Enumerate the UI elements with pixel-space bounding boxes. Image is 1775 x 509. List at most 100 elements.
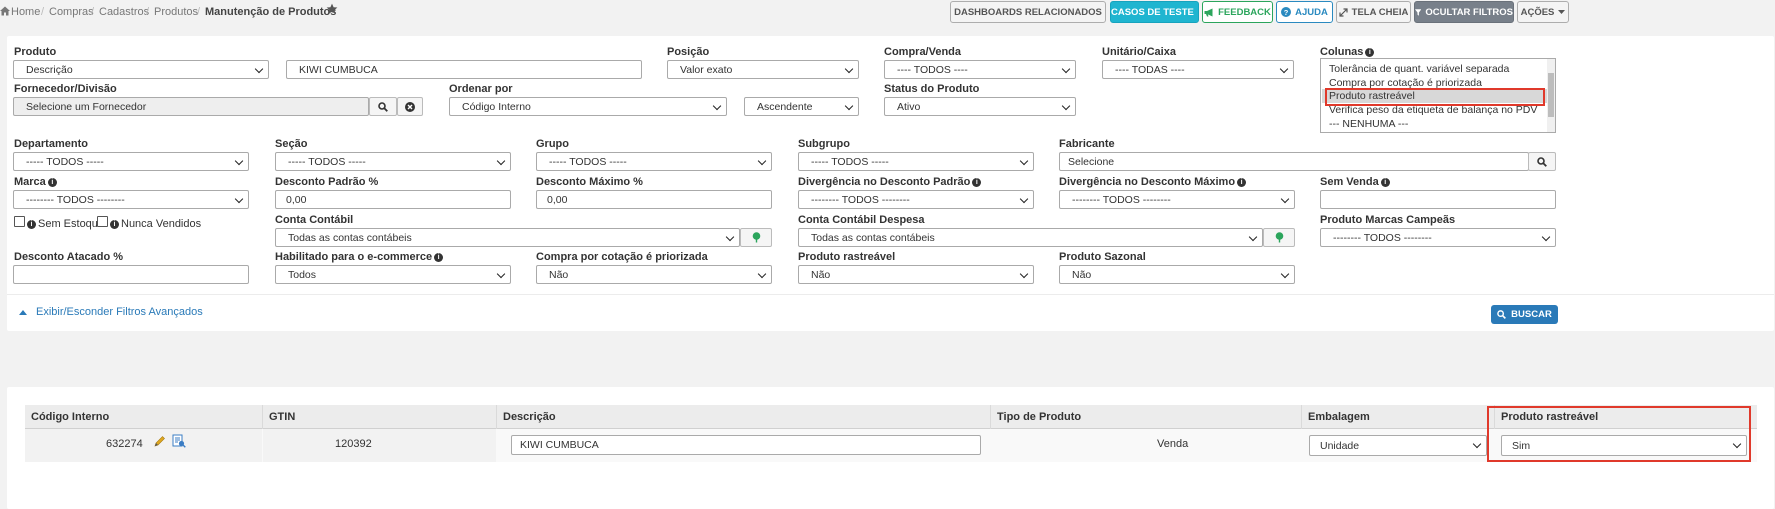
rastreavel-select[interactable]: Não xyxy=(798,265,1034,284)
posicao-select[interactable]: Valor exato xyxy=(667,60,859,79)
casos-de-teste-button[interactable]: CASOS DE TESTE xyxy=(1110,1,1199,23)
colunas-option[interactable]: --- NENHUMA --- xyxy=(1329,118,1408,130)
desconto-maximo-input[interactable]: 0,00 xyxy=(536,190,772,209)
sem-venda-input[interactable] xyxy=(1320,190,1556,209)
highlight-box xyxy=(1325,88,1545,106)
marca-select[interactable]: -------- TODOS -------- xyxy=(13,190,249,209)
colunas-label: Colunas i xyxy=(1320,46,1375,58)
listbox-scrollbar[interactable] xyxy=(1547,59,1555,132)
conta-despesa-tree-button[interactable] xyxy=(1263,228,1295,247)
feedback-label: FEEDBACK xyxy=(1218,6,1271,18)
ecommerce-select[interactable]: Todos xyxy=(275,265,511,284)
div-maximo-select[interactable]: -------- TODOS -------- xyxy=(1059,190,1295,209)
advanced-filters-toggle[interactable]: Exibir/Esconder Filtros Avançados xyxy=(19,306,203,318)
caret-down-icon xyxy=(1558,10,1566,14)
acoes-button[interactable]: AÇÕES xyxy=(1517,1,1569,23)
grupo-select[interactable]: ----- TODOS ----- xyxy=(536,152,772,171)
fornecedor-input[interactable]: Selecione um Fornecedor xyxy=(13,97,369,116)
info-icon: i xyxy=(110,220,119,229)
svg-text:?: ? xyxy=(1284,8,1289,17)
fabricante-search-button[interactable] xyxy=(1528,152,1556,171)
buscar-button[interactable]: BUSCAR xyxy=(1491,305,1558,324)
ecommerce-label: Habilitado para o e-commerce i xyxy=(275,251,444,263)
tela-cheia-button[interactable]: TELA CHEIA xyxy=(1336,1,1411,23)
unitario-caixa-label: Unitário/Caixa xyxy=(1102,46,1176,58)
cell-codigo: 632274 xyxy=(106,438,143,450)
cell-embalagem-select[interactable]: Unidade xyxy=(1309,435,1487,456)
unitario-caixa-select[interactable]: ---- TODAS ---- xyxy=(1102,60,1294,79)
tree-icon xyxy=(752,232,760,243)
marca-label: Marca i xyxy=(14,176,57,188)
scrollbar-thumb[interactable] xyxy=(1548,73,1554,117)
fabricante-input[interactable]: Selecione xyxy=(1059,152,1529,171)
compra-venda-label: Compra/Venda xyxy=(884,46,962,58)
edit-pencil-icon[interactable] xyxy=(153,435,166,451)
cell-tipo: Venda xyxy=(1157,438,1189,450)
cotacao-select[interactable]: Não xyxy=(536,265,772,284)
sem-estoque-label: i Sem Estoque xyxy=(27,218,104,230)
casos-label: CASOS DE TESTE xyxy=(1111,6,1194,18)
grupo-label: Grupo xyxy=(536,138,569,150)
ajuda-button[interactable]: ? AJUDA xyxy=(1276,1,1333,23)
fornecedor-clear-button[interactable] xyxy=(397,97,423,116)
div-padrao-select[interactable]: -------- TODOS -------- xyxy=(798,190,1034,209)
feedback-button[interactable]: FEEDBACK xyxy=(1202,1,1273,23)
ocultar-filtros-button[interactable]: OCULTAR FILTROS xyxy=(1414,1,1514,23)
secao-select[interactable]: ----- TODOS ----- xyxy=(275,152,511,171)
produto-search-input[interactable]: KIWI CUMBUCA xyxy=(286,60,642,79)
page-title: Manutenção de Produtos xyxy=(205,6,337,18)
results-panel: Código Interno GTIN Descrição Tipo de Pr… xyxy=(7,387,1774,509)
marcas-campeas-select[interactable]: -------- TODOS -------- xyxy=(1320,228,1556,247)
breadcrumb-home[interactable]: Home xyxy=(11,6,40,18)
search-icon xyxy=(1537,156,1547,167)
colunas-option[interactable]: Tolerância de quant. variável separada xyxy=(1329,63,1509,75)
conta-contabil-label: Conta Contábil xyxy=(275,214,354,226)
advanced-filters-label: Exibir/Esconder Filtros Avançados xyxy=(36,306,203,318)
expand-icon xyxy=(1339,7,1348,17)
sazonal-select[interactable]: Não xyxy=(1059,265,1295,284)
subgrupo-label: Subgrupo xyxy=(798,138,850,150)
breadcrumb-separator: / xyxy=(146,6,150,18)
info-icon: i xyxy=(1365,48,1375,57)
col-codigo-header[interactable]: Código Interno xyxy=(25,405,109,429)
col-descricao-header[interactable]: Descrição xyxy=(497,405,556,429)
status-select[interactable]: Ativo xyxy=(884,97,1076,116)
edit-details-icon[interactable] xyxy=(172,434,186,451)
fornecedor-label: Fornecedor/Divisão xyxy=(14,83,117,95)
favorite-star-icon[interactable] xyxy=(326,3,338,18)
highlight-box xyxy=(1487,406,1751,462)
col-tipo-header[interactable]: Tipo de Produto xyxy=(991,405,1081,429)
subgrupo-select[interactable]: ----- TODOS ----- xyxy=(798,152,1034,171)
departamento-select[interactable]: ----- TODOS ----- xyxy=(13,152,249,171)
breadcrumb-cadastros[interactable]: Cadastros xyxy=(99,6,149,18)
tela-cheia-label: TELA CHEIA xyxy=(1351,6,1409,18)
dashboards-button[interactable]: DASHBOARDS RELACIONADOS xyxy=(950,1,1106,23)
ordenar-label: Ordenar por xyxy=(449,83,513,95)
marcas-campeas-label: Produto Marcas Campeãs xyxy=(1320,214,1456,226)
ordenar-select[interactable]: Código Interno xyxy=(449,97,727,116)
info-icon: i xyxy=(27,220,36,229)
desconto-maximo-label: Desconto Máximo % xyxy=(536,176,643,188)
breadcrumb-produtos[interactable]: Produtos xyxy=(154,6,198,18)
conta-contabil-select[interactable]: Todas as contas contábeis xyxy=(275,228,740,247)
nunca-vendidos-label: i Nunca Vendidos xyxy=(110,218,201,230)
home-icon[interactable] xyxy=(0,6,10,19)
fornecedor-search-button[interactable] xyxy=(369,97,397,116)
breadcrumb-compras[interactable]: Compras xyxy=(49,6,94,18)
sem-estoque-checkbox[interactable] xyxy=(14,216,25,227)
desconto-padrao-input[interactable]: 0,00 xyxy=(275,190,511,209)
posicao-label: Posição xyxy=(667,46,710,58)
fabricante-label: Fabricante xyxy=(1059,138,1115,150)
cell-descricao-input[interactable]: KIWI CUMBUCA xyxy=(511,435,981,455)
ordem-direcao-select[interactable]: Ascendente xyxy=(744,97,859,116)
conta-contabil-tree-button[interactable] xyxy=(740,228,772,247)
col-gtin-header[interactable]: GTIN xyxy=(263,405,295,429)
desconto-atacado-input[interactable] xyxy=(13,265,249,284)
div-padrao-label: Divergência no Desconto Padrão i xyxy=(798,176,982,188)
bullhorn-icon xyxy=(1204,8,1213,16)
produto-field-select[interactable]: Descrição xyxy=(13,60,269,79)
nunca-vendidos-checkbox[interactable] xyxy=(97,216,108,227)
col-embalagem-header[interactable]: Embalagem xyxy=(1302,405,1370,429)
conta-despesa-select[interactable]: Todas as contas contábeis xyxy=(798,228,1263,247)
compra-venda-select[interactable]: ---- TODOS ---- xyxy=(884,60,1076,79)
